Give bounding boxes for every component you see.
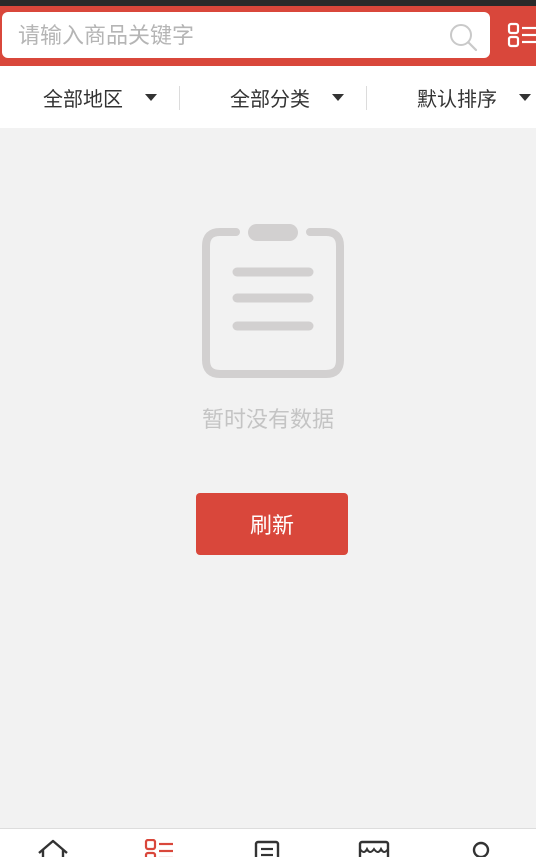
filter-category[interactable]: 全部分类 bbox=[230, 66, 344, 128]
filter-region-label: 全部地区 bbox=[43, 86, 123, 111]
header bbox=[0, 6, 536, 66]
filter-bar: 全部地区 全部分类 默认排序 bbox=[0, 66, 536, 128]
news-icon bbox=[254, 840, 280, 857]
caret-down-icon bbox=[332, 93, 344, 101]
nav-item-store[interactable] bbox=[321, 829, 428, 857]
filter-sort-label: 默认排序 bbox=[417, 86, 497, 111]
caret-down-icon bbox=[519, 93, 531, 101]
list-toggle-icon[interactable] bbox=[506, 22, 536, 52]
search-icon[interactable] bbox=[448, 22, 478, 52]
category-icon bbox=[144, 839, 173, 857]
nav-item-user[interactable] bbox=[428, 829, 535, 857]
filter-sort[interactable]: 默认排序 bbox=[417, 66, 531, 128]
filter-divider bbox=[179, 86, 180, 110]
filter-category-label: 全部分类 bbox=[230, 86, 310, 111]
filter-region[interactable]: 全部地区 bbox=[43, 66, 157, 128]
store-icon bbox=[358, 840, 390, 857]
nav-item-news[interactable] bbox=[214, 829, 321, 857]
search-box[interactable] bbox=[2, 12, 490, 60]
nav-item-category[interactable] bbox=[107, 829, 214, 857]
refresh-button[interactable]: 刷新 bbox=[196, 493, 348, 555]
nav-item-home[interactable] bbox=[0, 829, 107, 857]
filter-divider bbox=[366, 86, 367, 110]
empty-state-message: 暂时没有数据 bbox=[201, 408, 334, 433]
caret-down-icon bbox=[145, 93, 157, 101]
search-input[interactable] bbox=[16, 12, 440, 60]
user-icon bbox=[472, 841, 490, 857]
clipboard-icon bbox=[202, 224, 344, 378]
bottom-nav bbox=[0, 828, 536, 857]
home-icon bbox=[38, 839, 68, 857]
